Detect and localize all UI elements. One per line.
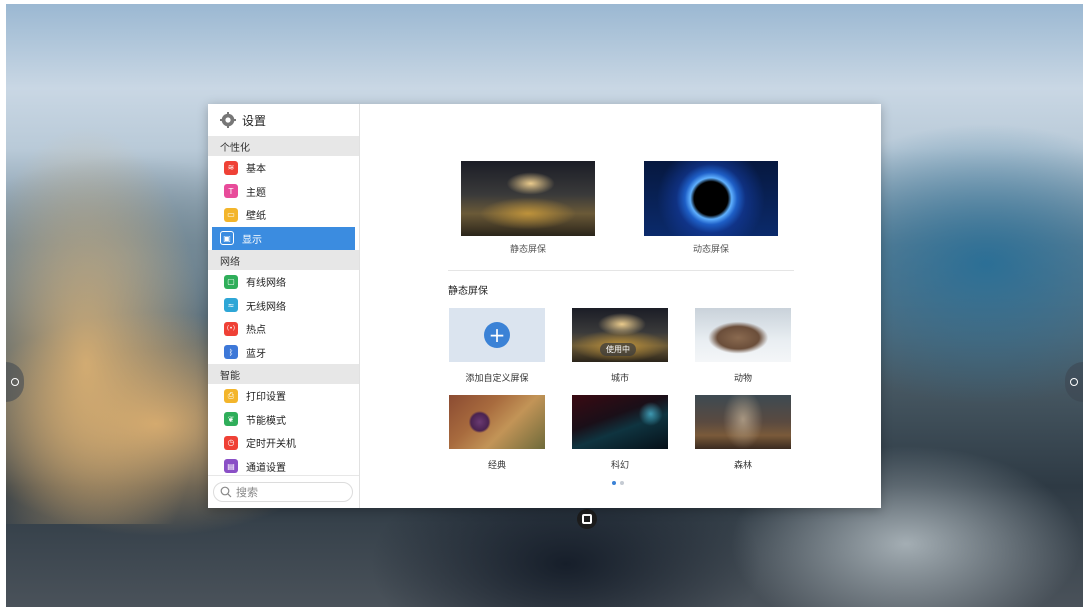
sidebar-item-label: 通道设置 <box>246 462 286 474</box>
static-screensaver-thumbnail <box>461 161 595 236</box>
sidebar-item-hotspot[interactable]: (•) 热点 <box>212 317 355 341</box>
page-dot-active[interactable] <box>612 481 616 485</box>
settings-header: 设置 <box>208 104 359 136</box>
in-use-badge: 使用中 <box>600 343 636 356</box>
clock-icon: ◷ <box>224 435 238 450</box>
screensaver-tile-classic[interactable]: 经典 <box>449 395 545 471</box>
display-content: 静态屏保 动态屏保 静态屏保 + 添加自定义屏保 使用中 城市 动物 经典 科幻… <box>360 104 881 508</box>
search-placeholder: 搜索 <box>236 486 258 499</box>
divider <box>448 270 794 271</box>
sidebar-item-display[interactable]: ▣ 显示 <box>212 226 355 250</box>
layers-icon: ≋ <box>224 160 238 175</box>
gear-icon <box>220 112 236 128</box>
add-tile-thumbnail: + <box>449 308 545 362</box>
shirt-icon: T <box>224 184 238 199</box>
wifi-icon: ≈ <box>224 298 238 313</box>
section-header-network: 网络 <box>208 250 359 270</box>
add-custom-screensaver-tile[interactable]: + 添加自定义屏保 <box>449 308 545 384</box>
tile-label: 森林 <box>733 461 752 471</box>
leaf-icon: ❦ <box>224 412 238 427</box>
hotspot-icon: (•) <box>224 321 238 336</box>
search-icon <box>220 486 232 498</box>
sidebar-item-label: 显示 <box>242 234 262 246</box>
dynamic-screensaver-thumbnail <box>644 161 778 236</box>
tile-label: 科幻 <box>610 461 629 471</box>
settings-title: 设置 <box>242 113 267 128</box>
sidebar-item-power-saving[interactable]: ❦ 节能模式 <box>212 408 355 432</box>
add-custom-screensaver-label: 添加自定义屏保 <box>465 374 529 384</box>
sidebar-item-print-settings[interactable]: ⎙ 打印设置 <box>212 384 355 408</box>
page-indicator[interactable] <box>612 481 624 485</box>
sidebar-item-label: 主题 <box>246 187 266 199</box>
section-title: 静态屏保 <box>448 286 488 297</box>
sidebar-item-label: 定时开关机 <box>246 439 296 451</box>
tile-label: 城市 <box>610 374 629 384</box>
sidebar-item-theme[interactable]: T 主题 <box>212 180 355 204</box>
ethernet-icon: ▢ <box>224 274 238 289</box>
sidebar-item-scheduled-power[interactable]: ◷ 定时开关机 <box>212 431 355 455</box>
settings-window: 设置 个性化 ≋ 基本 T 主题 ▭ 壁纸 ▣ 显示 网络 ▢ 有线网络 ≈ 无… <box>208 104 881 508</box>
picture-icon: ▭ <box>224 207 238 222</box>
home-button[interactable] <box>577 509 597 529</box>
sidebar-item-wired-network[interactable]: ▢ 有线网络 <box>212 270 355 294</box>
printer-icon: ⎙ <box>224 388 238 403</box>
scifi-thumbnail <box>572 395 668 449</box>
sidebar-item-wireless-network[interactable]: ≈ 无线网络 <box>212 294 355 318</box>
classic-thumbnail <box>449 395 545 449</box>
plus-icon: + <box>484 322 510 348</box>
dynamic-screensaver-label: 动态屏保 <box>692 245 729 255</box>
city-thumbnail: 使用中 <box>572 308 668 362</box>
circle-icon <box>11 378 19 386</box>
sidebar-item-label: 蓝牙 <box>246 348 266 360</box>
circle-icon <box>1070 378 1078 386</box>
search-input[interactable]: 搜索 <box>213 482 353 502</box>
screensaver-tile-city[interactable]: 使用中 城市 <box>572 308 668 384</box>
static-screensaver-option[interactable]: 静态屏保 <box>461 161 595 255</box>
screensaver-tile-scifi[interactable]: 科幻 <box>572 395 668 471</box>
page-dot[interactable] <box>620 481 624 485</box>
sidebar-item-wallpaper[interactable]: ▭ 壁纸 <box>212 203 355 227</box>
sidebar-item-basic[interactable]: ≋ 基本 <box>212 156 355 180</box>
divider <box>208 475 359 476</box>
settings-sidebar: 设置 个性化 ≋ 基本 T 主题 ▭ 壁纸 ▣ 显示 网络 ▢ 有线网络 ≈ 无… <box>208 104 360 508</box>
tile-label: 经典 <box>487 461 506 471</box>
sidebar-item-label: 基本 <box>246 164 266 176</box>
sidebar-item-label: 打印设置 <box>246 392 286 404</box>
sidebar-item-label: 壁纸 <box>246 211 266 223</box>
screensaver-tile-animal[interactable]: 动物 <box>695 308 791 384</box>
square-icon <box>582 514 592 524</box>
forest-thumbnail <box>695 395 791 449</box>
sidebar-item-label: 无线网络 <box>246 301 286 313</box>
static-screensaver-label: 静态屏保 <box>509 245 546 255</box>
bluetooth-icon: ᛒ <box>224 345 238 360</box>
dynamic-screensaver-option[interactable]: 动态屏保 <box>644 161 778 255</box>
animal-thumbnail <box>695 308 791 362</box>
section-header-personalization: 个性化 <box>208 136 359 156</box>
sidebar-item-bluetooth[interactable]: ᛒ 蓝牙 <box>212 341 355 365</box>
tile-label: 动物 <box>733 374 752 384</box>
screensaver-tile-forest[interactable]: 森林 <box>695 395 791 471</box>
sidebar-item-label: 热点 <box>246 325 266 337</box>
sidebar-item-label: 有线网络 <box>246 278 286 290</box>
section-header-smart: 智能 <box>208 364 359 384</box>
monitor-icon: ▣ <box>220 231 234 246</box>
sidebar-item-label: 节能模式 <box>246 415 286 427</box>
channel-icon: ▤ <box>224 459 238 474</box>
